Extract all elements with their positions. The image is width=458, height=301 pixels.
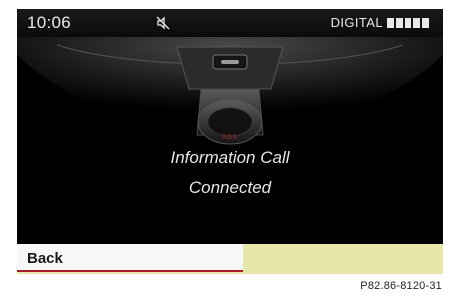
- figure-reference-code: P82.86-8120-31: [360, 280, 442, 292]
- display-screen: 10:06 DIGITAL SOS Information Call Conne…: [17, 9, 443, 274]
- speaker-muted-icon: [156, 16, 170, 30]
- softkey-right-empty: [244, 244, 443, 274]
- signal-strength-icon: [387, 18, 429, 28]
- call-state-text: Connected: [188, 178, 272, 197]
- overhead-control-panel-image: SOS: [17, 37, 443, 145]
- call-type-text: Information Call: [170, 148, 290, 167]
- softkey-bar: Back: [17, 244, 443, 274]
- sos-label: SOS: [222, 135, 238, 141]
- back-button[interactable]: Back: [17, 244, 243, 272]
- status-bar: 10:06 DIGITAL: [17, 9, 443, 37]
- radio-source-label: DIGITAL: [330, 15, 383, 30]
- call-status-message: Information Call Connected: [17, 143, 443, 203]
- clock: 10:06: [27, 13, 72, 32]
